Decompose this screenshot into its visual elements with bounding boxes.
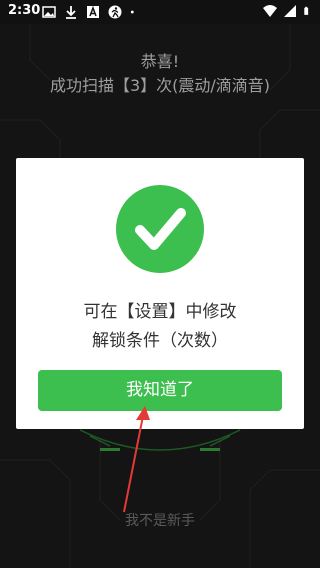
text-a-icon bbox=[87, 5, 99, 18]
wifi-icon bbox=[263, 5, 277, 17]
image-icon bbox=[42, 6, 56, 18]
not-newbie-link[interactable]: 我不是新手 bbox=[0, 510, 320, 530]
dot-icon bbox=[130, 10, 134, 14]
success-badge bbox=[116, 185, 204, 273]
battery-icon bbox=[304, 6, 309, 15]
signal-icon bbox=[284, 5, 296, 17]
running-person-icon bbox=[108, 5, 122, 19]
status-time: 2:30 bbox=[8, 3, 41, 18]
status-system-icons bbox=[263, 4, 312, 18]
status-notification-icons bbox=[42, 5, 138, 19]
got-it-button[interactable]: 我知道了 bbox=[38, 370, 282, 411]
download-icon bbox=[66, 6, 76, 19]
checkmark-icon bbox=[135, 208, 186, 250]
dialog-message-line1: 可在【设置】中修改 bbox=[83, 302, 237, 322]
status-bar: 2:30 bbox=[0, 0, 320, 24]
congrats-title: 恭喜! bbox=[140, 52, 180, 71]
info-dialog: 可在【设置】中修改 解锁条件（次数） 我知道了 bbox=[16, 158, 304, 429]
dialog-message-line2: 解锁条件（次数） bbox=[92, 331, 228, 351]
scan-success-text: 成功扫描【3】次(震动/滴滴音) bbox=[49, 76, 271, 95]
